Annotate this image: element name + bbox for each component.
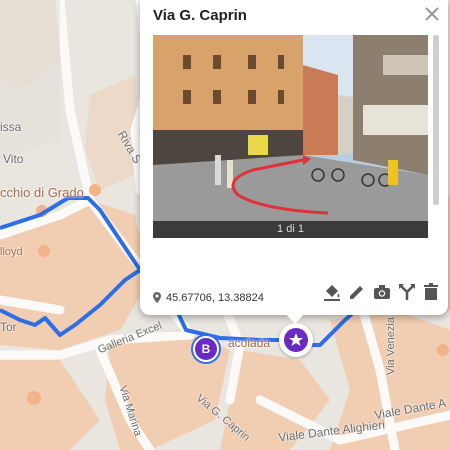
pencil-icon xyxy=(350,286,363,299)
street-label: Vito xyxy=(3,152,24,166)
camera-button[interactable] xyxy=(372,282,392,302)
street-label: cchio di Grado xyxy=(0,185,84,200)
paint-bucket-button[interactable] xyxy=(322,282,342,302)
photo-caption: 1 di 1 xyxy=(153,221,428,238)
coordinates-text: 45.67706, 13.38824 xyxy=(166,292,264,304)
poi-label: lloyd xyxy=(0,246,23,258)
poi-label: acolada xyxy=(228,336,271,350)
route-split-button[interactable] xyxy=(397,282,417,302)
street-photo xyxy=(153,35,428,221)
street-label: Via Venezia xyxy=(384,317,397,375)
scrollbar[interactable] xyxy=(433,35,439,205)
marker-star[interactable] xyxy=(279,323,313,357)
poi-icon xyxy=(89,184,101,196)
poi-icon xyxy=(38,245,50,257)
poi-icon xyxy=(437,344,449,356)
photo-viewer[interactable]: 1 di 1 xyxy=(153,35,428,238)
paint-bucket-icon xyxy=(324,285,340,301)
coordinates-row: 45.67706, 13.38824 xyxy=(153,292,264,304)
close-button[interactable] xyxy=(421,3,443,25)
info-popup: Via G. Caprin 1 di 1 45.67706, 13.38824 xyxy=(140,0,448,315)
poi-icon xyxy=(27,391,41,405)
street-label: issa xyxy=(0,120,22,134)
popup-pointer xyxy=(284,312,306,324)
trash-icon xyxy=(424,283,438,300)
edit-button[interactable] xyxy=(347,282,367,302)
close-icon xyxy=(425,7,439,21)
popup-title: Via G. Caprin xyxy=(153,7,247,24)
camera-icon xyxy=(374,285,390,299)
star-icon xyxy=(284,328,308,352)
location-pin-icon xyxy=(153,292,161,303)
street-label: Tor xyxy=(0,320,17,334)
route-split-icon xyxy=(399,284,415,300)
marker-b[interactable]: B xyxy=(193,336,219,362)
delete-button[interactable] xyxy=(421,282,441,302)
